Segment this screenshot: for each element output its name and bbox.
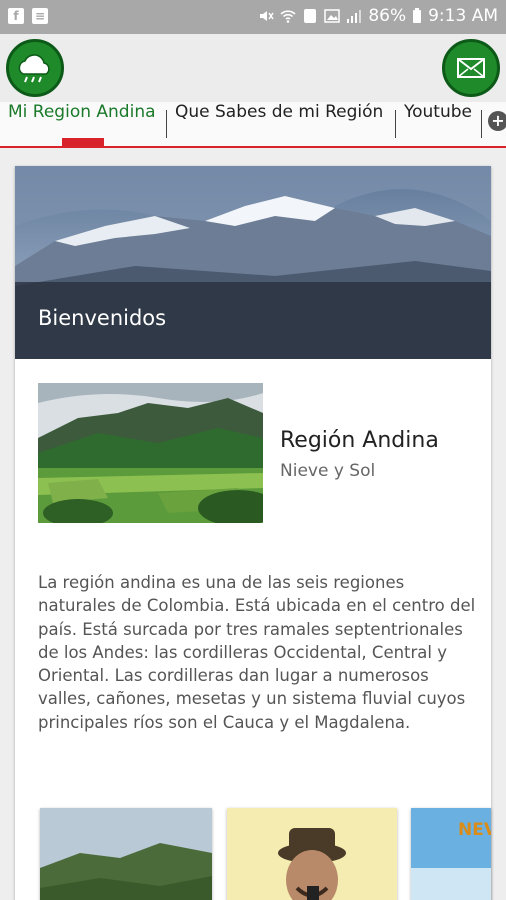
message-notification-icon: ≡ bbox=[32, 8, 48, 24]
mail-button[interactable] bbox=[442, 39, 500, 97]
image-icon bbox=[324, 9, 341, 23]
gallery-item-landscape[interactable] bbox=[40, 808, 212, 900]
signal-icon bbox=[347, 10, 362, 23]
banner-image: Bienvenidos bbox=[15, 166, 491, 359]
region-title: Región Andina bbox=[280, 428, 439, 453]
wifi-icon bbox=[280, 10, 296, 23]
battery-icon bbox=[413, 8, 422, 23]
banner-title: Bienvenidos bbox=[38, 306, 167, 330]
status-bar: f ≡ 86% 9:13 AM bbox=[0, 0, 506, 34]
region-subtitle: Nieve y Sol bbox=[280, 461, 376, 481]
clock: 9:13 AM bbox=[428, 6, 498, 26]
active-tab-indicator bbox=[62, 138, 104, 146]
tab-divider bbox=[481, 110, 482, 138]
battery-percent: 86% bbox=[368, 6, 407, 26]
app-toolbar bbox=[0, 34, 506, 102]
envelope-icon bbox=[457, 58, 485, 78]
region-thumbnail[interactable] bbox=[38, 383, 263, 523]
data-icon bbox=[304, 9, 317, 23]
weather-cloud-icon bbox=[18, 54, 50, 83]
weather-button[interactable] bbox=[6, 39, 64, 97]
region-description: La región andina es una de las seis regi… bbox=[38, 573, 476, 732]
content-card: Bienvenidos Región Andina Nieve y Sol La… bbox=[15, 166, 491, 900]
tab-youtube[interactable]: Youtube bbox=[404, 102, 472, 146]
gallery-item-nevado[interactable]: NEV bbox=[411, 808, 491, 900]
gallery-item-musician[interactable] bbox=[227, 808, 397, 900]
tab-divider bbox=[166, 110, 167, 138]
mute-icon bbox=[260, 11, 274, 21]
tab-que-sabes[interactable]: Que Sabes de mi Región bbox=[175, 102, 383, 146]
tab-divider bbox=[395, 110, 396, 138]
facebook-notification-icon: f bbox=[8, 8, 24, 24]
more-tabs-icon[interactable]: + bbox=[488, 111, 506, 131]
gallery-item-label: NEV bbox=[458, 820, 491, 840]
